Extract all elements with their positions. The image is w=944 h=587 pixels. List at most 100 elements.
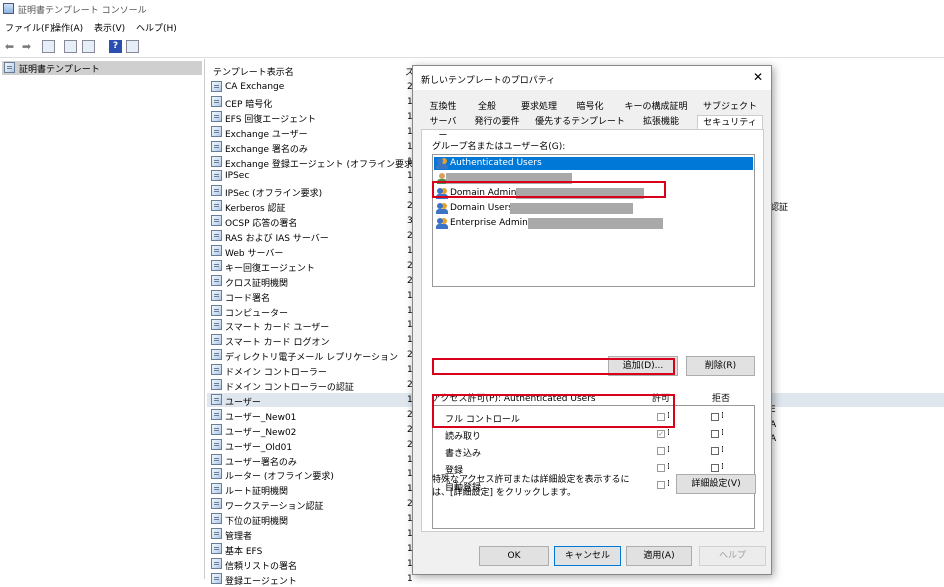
action-pane-icon[interactable] bbox=[126, 40, 139, 53]
template-name: Exchange 登録エージェント (オフライン要求) bbox=[225, 159, 417, 170]
tab-row2-item[interactable]: 優先するテンプレート bbox=[531, 115, 629, 129]
group-icon bbox=[436, 218, 449, 229]
tree-root-label: 証明書テンプレート bbox=[19, 65, 100, 75]
certificate-template-icon bbox=[4, 62, 15, 73]
redaction-block bbox=[528, 218, 663, 229]
template-name: IPSec bbox=[225, 171, 250, 182]
inherited-marker: ⁞ bbox=[721, 428, 724, 438]
toolbar: ⬅ ➡ ? bbox=[0, 36, 944, 58]
template-name: コンピューター bbox=[225, 308, 289, 319]
certificate-template-icon bbox=[211, 393, 222, 405]
template-name: コード署名 bbox=[225, 293, 271, 304]
deny-checkbox[interactable] bbox=[711, 430, 719, 438]
certificate-template-icon bbox=[211, 170, 222, 182]
certificate-template-icon bbox=[211, 110, 222, 122]
certificate-template-icon bbox=[211, 200, 222, 212]
tab-row1-item[interactable]: サブジェクト名 bbox=[699, 100, 761, 126]
app-icon bbox=[3, 3, 14, 14]
group-list[interactable]: Authenticated Users Domain Admins Domain U… bbox=[432, 154, 755, 287]
menu-view[interactable]: 表示(V) bbox=[94, 21, 125, 34]
window-title: 証明書テンプレート コンソール bbox=[18, 6, 147, 16]
certificate-template-icon bbox=[211, 513, 222, 525]
template-name: 基本 EFS bbox=[225, 546, 263, 557]
group-name: Domain Users bbox=[450, 203, 513, 213]
group-name: Authenticated Users bbox=[450, 158, 542, 168]
group-item[interactable]: Enterprise Admins bbox=[434, 217, 753, 230]
certificate-template-icon bbox=[211, 498, 222, 510]
template-name: Exchange 署名のみ bbox=[225, 144, 308, 155]
certificate-template-icon bbox=[211, 453, 222, 465]
certificate-template-icon bbox=[211, 557, 222, 569]
group-item[interactable]: Domain Users bbox=[434, 202, 753, 215]
template-name: EFS 回復エージェント bbox=[225, 114, 317, 125]
properties-dialog: 新しいテンプレートのプロパティ ✕ グループ名またはユーザー名(G): Auth… bbox=[412, 65, 772, 575]
certificate-template-icon bbox=[211, 364, 222, 376]
permission-name: 書き込み bbox=[445, 449, 482, 459]
forward-icon[interactable]: ➡ bbox=[20, 40, 33, 53]
tab-row2-item[interactable]: サーバー bbox=[427, 115, 459, 141]
certificate-template-icon bbox=[211, 230, 222, 241]
deny-checkbox[interactable] bbox=[711, 413, 719, 421]
close-icon[interactable]: ✕ bbox=[753, 71, 763, 83]
tab-security[interactable]: セキュリティ bbox=[697, 115, 763, 129]
group-name: Enterprise Admins bbox=[450, 218, 533, 228]
menu-action[interactable]: 操作(A) bbox=[52, 21, 83, 34]
tab-row2-item[interactable]: 拡張機能 bbox=[635, 115, 687, 129]
tab-row1-item[interactable]: 要求処理 bbox=[513, 100, 565, 114]
permission-name: 読み取り bbox=[445, 432, 482, 442]
certificate-template-icon bbox=[211, 483, 222, 495]
certificate-template-icon bbox=[211, 438, 222, 450]
groups-label: グループ名またはユーザー名(G): bbox=[432, 142, 566, 152]
certificate-template-icon bbox=[211, 244, 222, 256]
allow-checkbox[interactable] bbox=[657, 464, 665, 472]
certificate-template-icon bbox=[211, 155, 222, 167]
certificate-template-icon bbox=[211, 423, 222, 435]
template-name: 信頼リストの署名 bbox=[225, 561, 298, 572]
template-name: キー回復エージェント bbox=[225, 263, 315, 274]
tab-row1-item[interactable]: 全般 bbox=[473, 100, 501, 114]
apply-button[interactable]: 適用(A) bbox=[626, 546, 692, 566]
allow-checkbox[interactable] bbox=[657, 447, 665, 455]
tab-row1-item[interactable]: キーの構成証明 bbox=[619, 100, 693, 114]
deny-header: 拒否 bbox=[712, 394, 731, 404]
tab-row1-item[interactable]: 暗号化 bbox=[573, 100, 607, 114]
certificate-template-icon bbox=[211, 319, 222, 331]
certificate-template-icon bbox=[211, 379, 222, 390]
tree-root-item[interactable]: 証明書テンプレート bbox=[2, 61, 202, 75]
template-name: ユーザー署名のみ bbox=[225, 457, 297, 468]
template-name: CEP 暗号化 bbox=[225, 99, 273, 110]
ok-button[interactable]: OK bbox=[479, 546, 549, 566]
back-icon[interactable]: ⬅ bbox=[3, 40, 16, 53]
remove-button[interactable]: 削除(R) bbox=[686, 356, 755, 376]
template-name: スマート カード ユーザー bbox=[225, 323, 330, 334]
deny-checkbox[interactable] bbox=[711, 464, 719, 472]
template-name: ルート証明機関 bbox=[225, 487, 289, 498]
export-list-icon[interactable] bbox=[82, 40, 95, 53]
dialog-title-bar: 新しいテンプレートのプロパティ ✕ bbox=[413, 66, 771, 90]
certificate-template-icon bbox=[211, 542, 222, 554]
tab-row2-item[interactable]: 発行の要件 bbox=[469, 115, 525, 129]
highlight-box bbox=[432, 394, 675, 428]
cancel-button[interactable]: キャンセル bbox=[554, 546, 621, 566]
show-hide-tree-icon[interactable] bbox=[42, 40, 55, 53]
allow-checkbox[interactable] bbox=[657, 481, 665, 489]
help-icon[interactable]: ? bbox=[109, 40, 122, 53]
group-item[interactable]: Authenticated Users bbox=[434, 157, 753, 170]
help-button[interactable]: ヘルプ bbox=[699, 546, 766, 566]
certificate-template-icon bbox=[211, 304, 222, 316]
deny-checkbox[interactable] bbox=[711, 447, 719, 455]
advanced-button[interactable]: 詳細設定(V) bbox=[676, 474, 756, 494]
group-icon bbox=[436, 203, 449, 214]
certificate-template-icon bbox=[211, 274, 222, 286]
certificate-template-icon bbox=[211, 468, 222, 480]
template-name: ユーザー_New01 bbox=[225, 412, 297, 423]
template-name: 下位の証明機関 bbox=[225, 517, 289, 528]
menu-help[interactable]: ヘルプ(H) bbox=[136, 21, 177, 34]
menu-file[interactable]: ファイル(F) bbox=[5, 21, 53, 34]
certificate-template-icon bbox=[211, 334, 222, 346]
column-header-name[interactable]: テンプレート表示名 bbox=[213, 65, 294, 78]
properties-icon[interactable] bbox=[64, 40, 77, 53]
allow-checkbox[interactable]: ✓ bbox=[657, 430, 665, 438]
inherited-marker: ⁞ bbox=[721, 462, 724, 472]
tab-row1-item[interactable]: 互換性 bbox=[427, 100, 459, 114]
